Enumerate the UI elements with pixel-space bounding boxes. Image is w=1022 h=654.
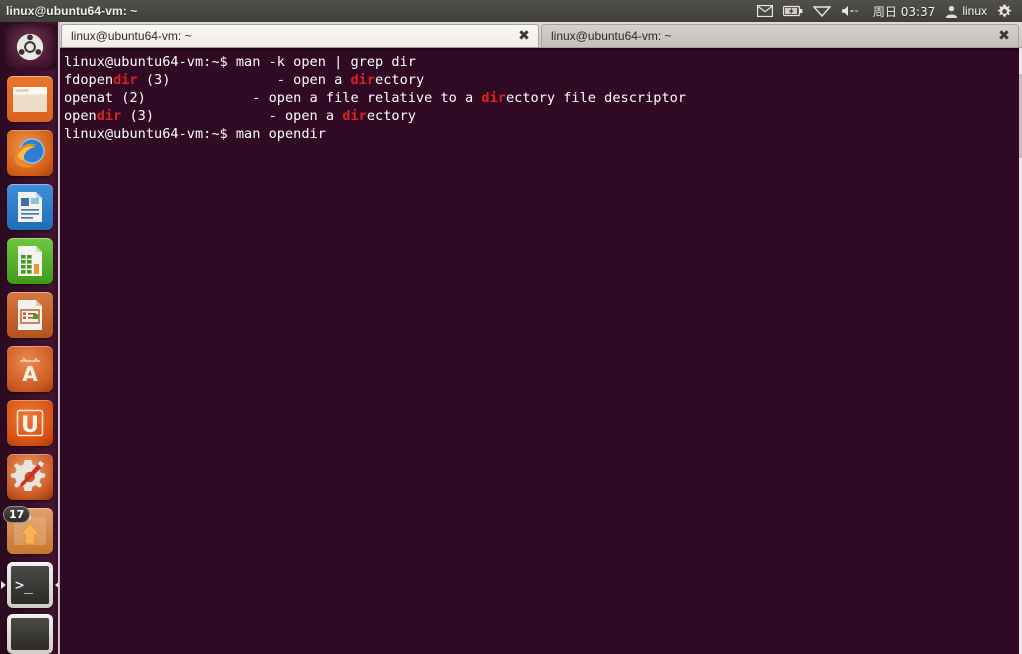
launcher-window-edge [58, 22, 60, 654]
grep-match-text: dir [113, 72, 138, 88]
terminal-span: openat (2) - open a file relative to a [64, 90, 482, 106]
grep-match-text: dir [350, 72, 376, 88]
top-panel: linux@ubuntu64-vm: ~ 周日 03:37 linux [0, 0, 1022, 22]
desktop-screen: linux@ubuntu64-vm: ~ 周日 03:37 linux A U … [0, 0, 1022, 654]
svg-text:U: U [21, 413, 39, 438]
clock-label: 周日 03:37 [872, 4, 936, 19]
volume-indicator[interactable] [836, 0, 868, 22]
terminal-line: linux@ubuntu64-vm:~$ man opendir [64, 125, 1022, 143]
terminal-window: linux@ubuntu64-vm: ~ ✖ linux@ubuntu64-vm… [60, 22, 1022, 654]
launcher-item-files[interactable] [0, 72, 60, 126]
terminal-span: linux@ubuntu64-vm:~$ man opendir [64, 126, 326, 142]
launcher-item-dash-home[interactable] [0, 22, 60, 72]
launcher-item-system-settings[interactable] [0, 450, 60, 504]
launcher-item-partial[interactable] [0, 612, 60, 654]
network-indicator[interactable] [808, 0, 836, 22]
spreadsheet-icon [7, 238, 53, 284]
tab-label: linux@ubuntu64-vm: ~ [71, 29, 192, 43]
terminal-tab-2[interactable]: linux@ubuntu64-vm: ~ ✖ [541, 24, 1019, 47]
terminal-span: fdopen [64, 72, 114, 88]
launcher-item-libreoffice-writer[interactable] [0, 180, 60, 234]
document-icon [7, 184, 53, 230]
terminal-text: linux@ubuntu64-vm:~$ man -k open | grep … [64, 53, 1022, 143]
launcher-item-libreoffice-impress[interactable] [0, 288, 60, 342]
grep-match-text: dir [96, 108, 122, 124]
partial-app-icon [7, 614, 53, 654]
grep-match-text: dir [342, 108, 367, 124]
updater-count-badge: 17 [3, 506, 31, 523]
terminal-line: openat (2) - open a file relative to a d… [64, 89, 1022, 107]
partial-icon-screen [11, 618, 49, 650]
terminal-span: open [64, 108, 97, 124]
launcher-item-software-center[interactable]: A [0, 342, 60, 396]
letter-a-icon: A [7, 346, 53, 392]
close-icon[interactable]: ✖ [996, 28, 1012, 44]
terminal-icon-screen: >_ [11, 566, 49, 604]
mail-indicator[interactable] [752, 0, 778, 22]
volume-icon [841, 6, 858, 16]
terminal-span: linux@ubuntu64-vm:~$ man -k open | grep … [64, 54, 416, 70]
terminal-span: (3) - open a [121, 108, 343, 124]
launcher-item-software-updater[interactable]: 17 [0, 504, 60, 558]
battery-indicator[interactable] [778, 0, 808, 22]
firefox-icon [7, 130, 53, 176]
battery-icon [782, 5, 803, 17]
wifi-icon [812, 6, 831, 17]
running-indicator-left-icon [1, 581, 6, 589]
close-icon[interactable]: ✖ [516, 28, 532, 44]
presentation-icon [7, 292, 53, 338]
folder-icon [7, 76, 53, 122]
gear-wrench-icon [7, 454, 53, 500]
terminal-output-area[interactable]: linux@ubuntu64-vm:~$ man -k open | grep … [60, 48, 1022, 654]
launcher-item-firefox[interactable] [0, 126, 60, 180]
grep-match-text: dir [481, 90, 506, 106]
launcher-item-libreoffice-calc[interactable] [0, 234, 60, 288]
clock-indicator[interactable]: 周日 03:37 [868, 0, 940, 22]
terminal-span: ectory [366, 108, 416, 124]
terminal-span: ectory [375, 72, 425, 88]
terminal-span: ectory file descriptor [505, 90, 687, 106]
system-menu-button[interactable] [992, 0, 1017, 22]
user-icon [946, 5, 958, 18]
panel-window-title: linux@ubuntu64-vm: ~ [6, 4, 138, 18]
system-tray: 周日 03:37 linux [752, 0, 1022, 22]
mail-icon [756, 5, 773, 17]
gear-icon [997, 4, 1012, 17]
terminal-prompt-icon: >_ [7, 562, 53, 608]
session-user-indicator[interactable]: linux [940, 0, 992, 22]
terminal-line: fdopendir (3) - open a directory [64, 71, 1022, 89]
terminal-span: (3) - open a [137, 72, 351, 88]
terminal-line: linux@ubuntu64-vm:~$ man -k open | grep … [64, 53, 1022, 71]
launcher-item-terminal[interactable]: >_ [0, 558, 60, 612]
terminal-tab-bar: linux@ubuntu64-vm: ~ ✖ linux@ubuntu64-vm… [60, 22, 1022, 48]
tab-label: linux@ubuntu64-vm: ~ [551, 29, 672, 43]
ubuntu-logo-icon [4, 24, 56, 70]
launcher-item-ubuntu-one[interactable]: U [0, 396, 60, 450]
terminal-tab-1[interactable]: linux@ubuntu64-vm: ~ ✖ [61, 24, 539, 47]
svg-text:A: A [22, 362, 38, 386]
terminal-line: opendir (3) - open a directory [64, 107, 1022, 125]
user-name-label: linux [962, 4, 987, 18]
letter-u-icon: U [7, 400, 53, 446]
unity-launcher: A U 17 >_ [0, 22, 60, 654]
